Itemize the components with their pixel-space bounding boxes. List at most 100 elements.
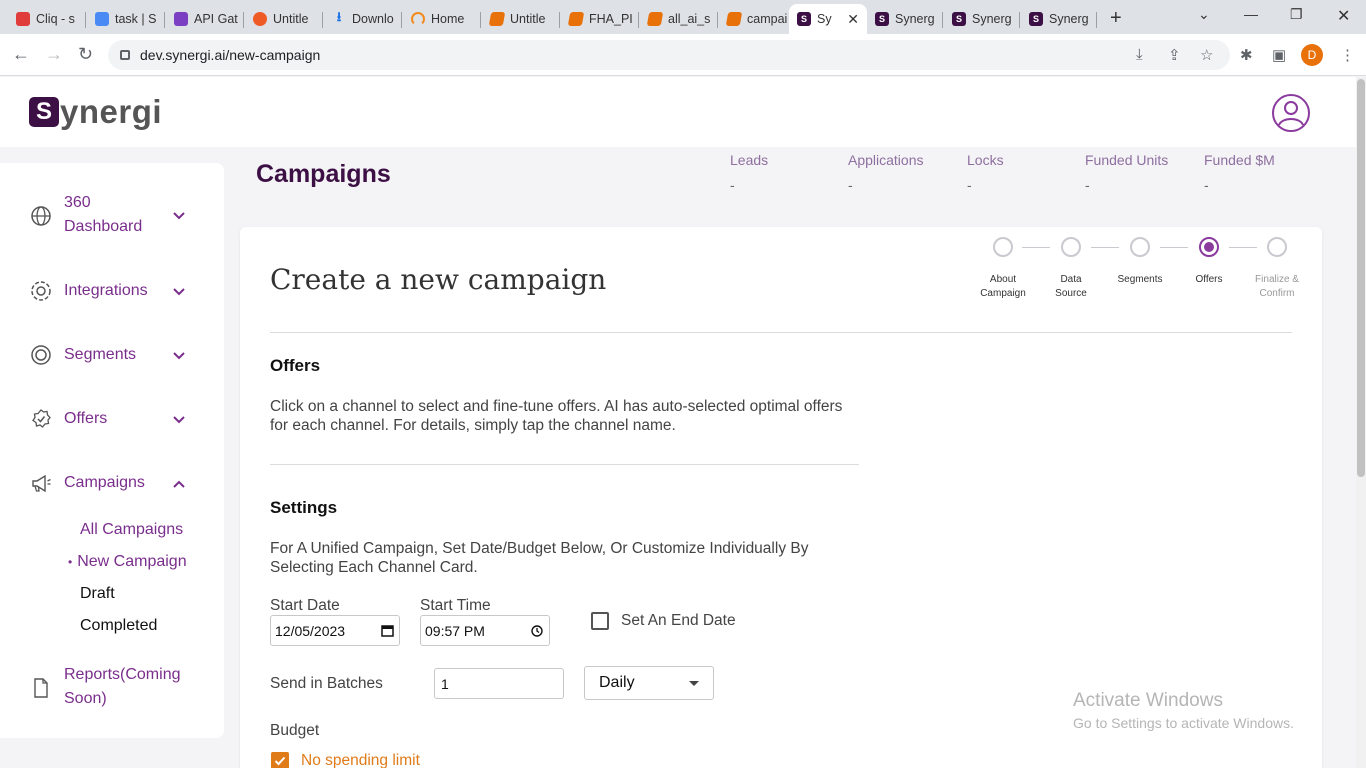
sidebar-item-campaigns[interactable]: Campaigns bbox=[30, 471, 200, 495]
sidebar-item-label: Soon) bbox=[64, 690, 107, 707]
no-spending-limit-checkbox[interactable] bbox=[271, 752, 289, 768]
page-scrollbar[interactable] bbox=[1356, 77, 1366, 768]
sidebar-item-reports[interactable]: Reports(Coming Soon) bbox=[30, 663, 200, 715]
step-label-data-source: Data Source bbox=[1055, 274, 1087, 299]
sidebar-subitem-label: New Campaign bbox=[77, 553, 187, 570]
url-field[interactable]: dev.synergi.ai/new-campaign bbox=[108, 40, 1230, 70]
chevron-down-icon[interactable] bbox=[172, 413, 186, 427]
profile-avatar[interactable]: D bbox=[1301, 44, 1323, 66]
browser-tab[interactable]: Home bbox=[403, 4, 481, 34]
step-label-segments: Segments bbox=[1117, 274, 1163, 285]
url-text: dev.synergi.ai/new-campaign bbox=[140, 47, 321, 63]
side-panel-icon[interactable]: ▣ bbox=[1272, 46, 1286, 64]
settings-heading: Settings bbox=[270, 498, 338, 517]
offers-heading: Offers bbox=[270, 356, 321, 375]
synergi-logo[interactable]: S ynergi bbox=[29, 93, 163, 130]
tab-search-icon[interactable]: ⌄ bbox=[1198, 6, 1210, 23]
browser-tab-active[interactable]: S Sy ✕ bbox=[789, 4, 867, 34]
browser-tab[interactable]: all_ai_s bbox=[640, 4, 718, 34]
tab-title: Sy bbox=[817, 12, 832, 26]
browser-tab[interactable]: S Synerg bbox=[944, 4, 1020, 34]
start-time-label: Start Time bbox=[420, 597, 491, 614]
batch-frequency-select[interactable]: Daily bbox=[584, 666, 714, 700]
browser-tab[interactable]: task | S bbox=[87, 4, 165, 34]
browser-tab[interactable]: S Synerg bbox=[867, 4, 943, 34]
step-connector bbox=[1160, 247, 1188, 248]
stat-label-applications: Applications bbox=[848, 152, 924, 168]
scrollbar-thumb[interactable] bbox=[1357, 79, 1365, 477]
chevron-down-icon[interactable] bbox=[172, 209, 186, 223]
browser-tab[interactable]: Cliq - s bbox=[8, 4, 86, 34]
step-indicator-segments[interactable] bbox=[1130, 237, 1150, 257]
create-campaign-card bbox=[240, 227, 1322, 768]
batches-input[interactable]: 1 bbox=[434, 668, 564, 699]
step-indicator-finalize[interactable] bbox=[1267, 237, 1287, 257]
forward-icon[interactable]: → bbox=[45, 44, 63, 65]
sidebar-item-integrations[interactable]: Integrations bbox=[30, 279, 200, 303]
browser-tab[interactable]: ⭳ Downlo bbox=[324, 4, 402, 34]
home-icon bbox=[411, 12, 425, 26]
sidebar-item-360-dashboard[interactable]: 360 Dashboard bbox=[30, 191, 200, 243]
logo-text: ynergi bbox=[60, 93, 163, 130]
browser-tab[interactable]: campai bbox=[719, 4, 789, 34]
activate-windows-subtitle: Go to Settings to activate Windows. bbox=[1073, 715, 1294, 731]
sidebar-item-label: Reports(Coming bbox=[64, 666, 181, 683]
sidebar-item-offers[interactable]: Offers bbox=[30, 407, 200, 431]
clock-icon[interactable] bbox=[531, 625, 543, 637]
sidebar: 360 Dashboard Integrations Segments Offe… bbox=[0, 163, 224, 738]
stat-label-funded-units: Funded Units bbox=[1085, 152, 1169, 168]
step-indicator-data-source[interactable] bbox=[1061, 237, 1081, 257]
checkmark-icon bbox=[274, 756, 286, 766]
browser-tab[interactable]: FHA_PI bbox=[561, 4, 639, 34]
chevron-down-icon[interactable] bbox=[172, 285, 186, 299]
menu-icon[interactable]: ⋮ bbox=[1340, 46, 1355, 64]
stat-value-funded-m: - bbox=[1204, 177, 1209, 193]
doc-icon bbox=[646, 12, 664, 26]
tab-title: Home bbox=[431, 12, 465, 26]
close-window-icon[interactable]: ✕ bbox=[1337, 6, 1350, 26]
chevron-up-icon[interactable] bbox=[172, 477, 186, 491]
page-title: Campaigns bbox=[256, 160, 391, 188]
calendar-icon[interactable] bbox=[381, 624, 394, 637]
active-bullet: • bbox=[68, 555, 73, 569]
step-indicator-offers[interactable] bbox=[1199, 237, 1219, 257]
install-icon[interactable]: ⤓ bbox=[1136, 46, 1143, 63]
synergi-icon: S bbox=[875, 12, 889, 26]
new-tab-button[interactable]: + bbox=[1110, 7, 1122, 30]
sidebar-subitem-completed[interactable]: Completed bbox=[80, 616, 157, 636]
tab-title: campai bbox=[747, 12, 788, 26]
app-header: S ynergi bbox=[0, 77, 1356, 147]
sidebar-item-segments[interactable]: Segments bbox=[30, 343, 200, 367]
user-account-icon[interactable] bbox=[1271, 93, 1311, 133]
browser-tab[interactable]: Untitle bbox=[245, 4, 323, 34]
share-icon[interactable]: ⇪ bbox=[1168, 46, 1181, 64]
start-date-input[interactable]: 12/05/2023 bbox=[270, 615, 400, 646]
sidebar-subitem-new-campaign[interactable]: • New Campaign bbox=[68, 552, 187, 572]
activate-windows-title: Activate Windows bbox=[1073, 690, 1223, 711]
sidebar-subitem-all-campaigns[interactable]: All Campaigns bbox=[80, 520, 183, 540]
integrations-icon bbox=[31, 281, 51, 301]
batch-frequency-value: Daily bbox=[599, 674, 635, 691]
set-end-date-checkbox[interactable] bbox=[591, 612, 609, 630]
chevron-down-icon[interactable] bbox=[172, 349, 186, 363]
wizard-title: Create a new campaign bbox=[270, 263, 607, 296]
browser-tab[interactable]: API Gat bbox=[166, 4, 244, 34]
minimize-icon[interactable]: — bbox=[1244, 6, 1258, 22]
lock-icon bbox=[120, 50, 130, 60]
doc-icon bbox=[567, 12, 585, 26]
tab-title: API Gat bbox=[194, 12, 238, 26]
maximize-icon[interactable]: ❐ bbox=[1290, 6, 1303, 23]
browser-tab[interactable]: S Synerg bbox=[1021, 4, 1097, 34]
extensions-icon[interactable]: ✱ bbox=[1240, 46, 1253, 64]
sidebar-subitem-draft[interactable]: Draft bbox=[80, 584, 115, 604]
download-icon: ⭳ bbox=[336, 9, 342, 24]
browser-tab[interactable]: Untitle bbox=[482, 4, 560, 34]
reload-icon[interactable]: ↻ bbox=[78, 44, 93, 65]
step-indicator-about-campaign[interactable] bbox=[993, 237, 1013, 257]
bookmark-star-icon[interactable]: ☆ bbox=[1200, 46, 1213, 64]
back-icon[interactable]: ← bbox=[12, 44, 30, 65]
step-label-finalize: Finalize & Confirm bbox=[1255, 274, 1299, 299]
segments-icon bbox=[31, 345, 51, 365]
start-time-input[interactable]: 09:57 PM bbox=[420, 615, 550, 646]
close-tab-icon[interactable]: ✕ bbox=[847, 11, 859, 28]
